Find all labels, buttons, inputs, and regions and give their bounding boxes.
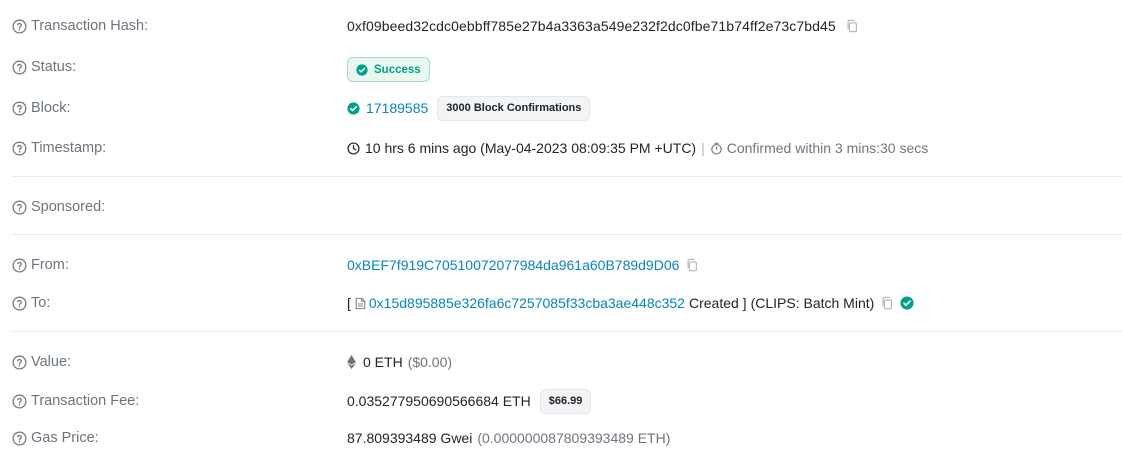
copy-icon[interactable] — [845, 19, 859, 33]
to-contract-link[interactable]: 0x15d895885e326fa6c7257085f33cba3ae448c3… — [369, 295, 685, 311]
question-circle-icon[interactable] — [12, 200, 27, 215]
check-circle-icon — [356, 63, 368, 76]
block-label: Block: — [31, 100, 71, 116]
sponsored-label: Sponsored: — [31, 199, 106, 215]
status-label-group: Status: — [12, 59, 347, 75]
gas-price-gwei: 87.809393489 Gwei — [347, 430, 473, 446]
question-circle-icon[interactable] — [12, 141, 27, 156]
question-circle-icon[interactable] — [12, 101, 27, 116]
transaction-fee-value-group: 0.035277950690566684 ETH $66.99 — [347, 388, 592, 414]
timestamp-label: Timestamp: — [31, 140, 107, 156]
sponsored-label-group: Sponsored: — [12, 199, 347, 215]
stopwatch-icon — [710, 142, 723, 155]
to-open-bracket: [ — [347, 295, 351, 311]
gas-price-label: Gas Price: — [31, 430, 99, 446]
check-circle-icon — [347, 101, 360, 115]
to-label: To: — [31, 295, 51, 311]
gas-price-eth: (0.000000087809393489 ETH) — [477, 430, 671, 446]
from-value-group: 0xBEF7f919C70510072077984da961a60B789d9D… — [347, 257, 699, 273]
timestamp-confirmed: Confirmed within 3 mins:30 secs — [726, 140, 929, 156]
block-number-link[interactable]: 17189585 — [366, 100, 428, 116]
to-label-group: To: — [12, 295, 347, 311]
clock-icon — [347, 141, 360, 155]
row-block: Block: 17189585 3000 Block Confirmations — [12, 95, 1122, 121]
row-timestamp: Timestamp: 10 hrs 6 mins ago (May-04-202… — [12, 136, 1122, 160]
row-gas-price: Gas Price: 87.809393489 Gwei (0.00000008… — [12, 426, 1122, 450]
divider — [12, 176, 1122, 177]
gas-price-value-group: 87.809393489 Gwei (0.000000087809393489 … — [347, 430, 670, 446]
question-circle-icon[interactable] — [12, 394, 27, 409]
document-icon — [355, 297, 366, 310]
value-label-group: Value: — [12, 354, 347, 370]
transaction-hash-label: Transaction Hash: — [31, 18, 149, 34]
status-value-group: Success — [347, 52, 430, 82]
question-circle-icon[interactable] — [12, 60, 27, 75]
gas-price-label-group: Gas Price: — [12, 430, 347, 446]
row-sponsored: Sponsored: — [12, 195, 1122, 219]
divider — [12, 331, 1122, 332]
transaction-fee-eth: 0.035277950690566684 ETH — [347, 393, 531, 409]
question-circle-icon[interactable] — [12, 296, 27, 311]
status-label: Status: — [31, 59, 77, 75]
from-label-group: From: — [12, 257, 347, 273]
row-from: From: 0xBEF7f919C70510072077984da961a60B… — [12, 253, 1122, 277]
from-address-link[interactable]: 0xBEF7f919C70510072077984da961a60B789d9D… — [347, 257, 679, 273]
row-transaction-hash: Transaction Hash: 0xf09beed32cdc0ebbff78… — [12, 14, 1122, 38]
transaction-fee-label: Transaction Fee: — [31, 393, 140, 409]
value-eth: 0 ETH — [363, 354, 403, 370]
question-circle-icon[interactable] — [12, 258, 27, 273]
transaction-hash-label-group: Transaction Hash: — [12, 18, 347, 34]
timestamp-value-group: 10 hrs 6 mins ago (May-04-2023 08:09:35 … — [347, 140, 928, 156]
block-value-group: 17189585 3000 Block Confirmations — [347, 95, 591, 121]
transaction-hash-value-group: 0xf09beed32cdc0ebbff785e27b4a3363a549e23… — [347, 18, 859, 34]
to-contract-name: (CLIPS: Batch Mint) — [750, 295, 875, 311]
divider — [12, 234, 1122, 235]
row-transaction-fee: Transaction Fee: 0.035277950690566684 ET… — [12, 388, 1122, 414]
row-value: Value: 0 ETH ($0.00) — [12, 350, 1122, 374]
value-label: Value: — [31, 354, 72, 370]
status-badge-text: Success — [374, 63, 421, 76]
timestamp-separator: | — [701, 140, 705, 156]
row-status: Status: Success — [12, 52, 1122, 82]
status-badge: Success — [347, 57, 430, 82]
transaction-fee-usd-badge: $66.99 — [539, 388, 592, 414]
verified-icon — [900, 296, 914, 310]
question-circle-icon[interactable] — [12, 19, 27, 34]
value-usd: ($0.00) — [407, 354, 453, 370]
value-value-group: 0 ETH ($0.00) — [347, 354, 452, 370]
block-confirmations-badge: 3000 Block Confirmations — [437, 95, 591, 121]
row-to: To: [ 0x15d895885e326fa6c7257085f33cba3a… — [12, 291, 1122, 315]
from-label: From: — [31, 257, 69, 273]
question-circle-icon[interactable] — [12, 355, 27, 370]
copy-icon[interactable] — [880, 296, 894, 310]
to-value-group: [ 0x15d895885e326fa6c7257085f33cba3ae448… — [347, 295, 914, 311]
copy-icon[interactable] — [685, 258, 699, 272]
timestamp-label-group: Timestamp: — [12, 140, 347, 156]
question-circle-icon[interactable] — [12, 431, 27, 446]
block-label-group: Block: — [12, 100, 347, 116]
timestamp-relative: 10 hrs 6 mins ago (May-04-2023 08:09:35 … — [365, 140, 697, 156]
ethereum-icon — [347, 355, 356, 369]
to-created-text: Created ] — [688, 295, 747, 311]
transaction-fee-label-group: Transaction Fee: — [12, 393, 347, 409]
transaction-hash-value: 0xf09beed32cdc0ebbff785e27b4a3363a549e23… — [347, 18, 836, 34]
